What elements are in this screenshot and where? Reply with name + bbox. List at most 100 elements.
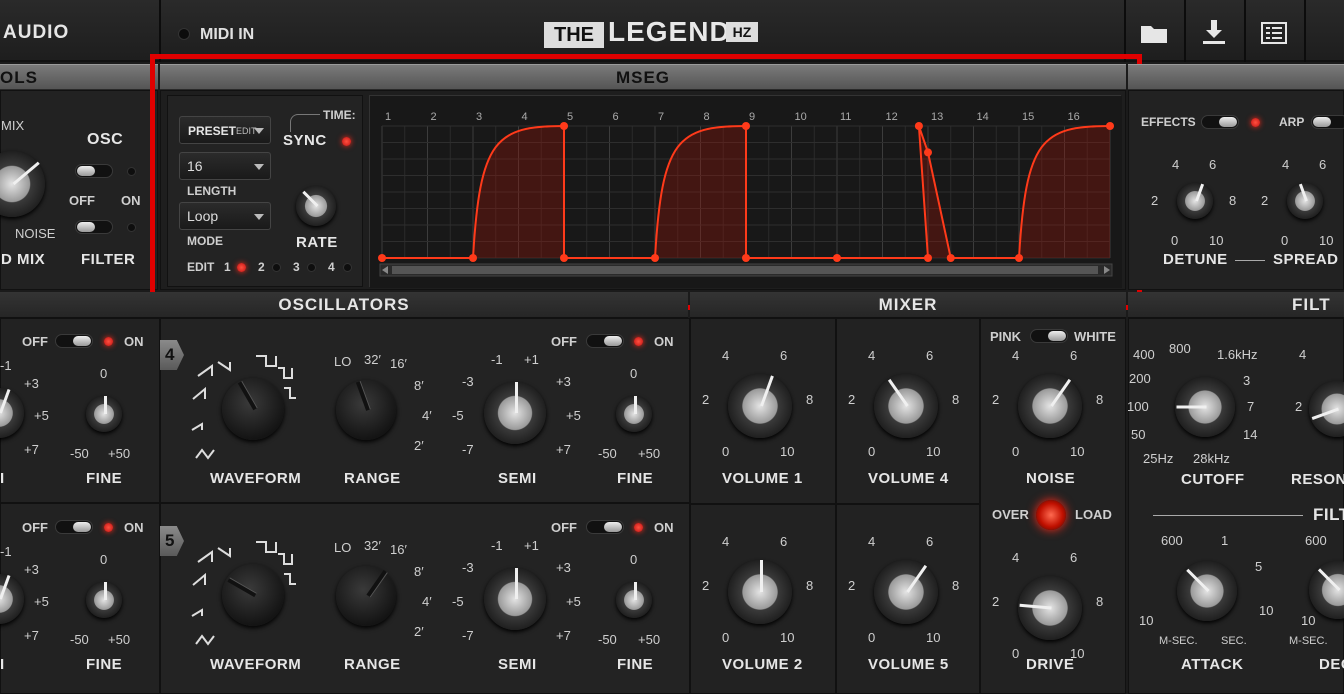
mseg-node[interactable] — [651, 254, 659, 262]
mseg-node[interactable] — [378, 254, 386, 262]
osc-left-fine-knob[interactable] — [86, 582, 122, 618]
cutoff-tick: 200 — [1129, 371, 1151, 386]
panel-icon[interactable] — [1261, 22, 1287, 44]
mseg-node[interactable] — [560, 122, 568, 130]
mseg-node[interactable] — [1015, 254, 1023, 262]
volume4-knob[interactable] — [874, 374, 938, 438]
mseg-scroll-thumb[interactable] — [392, 266, 1098, 274]
length-dropdown[interactable]: 16 — [179, 152, 271, 180]
mseg-node[interactable] — [924, 254, 932, 262]
volume1-tick: 6 — [780, 348, 788, 363]
mseg-editor[interactable]: 1 2 3 4 5 6 7 8 9 10 11 12 13 14 15 16 — [369, 95, 1122, 288]
effects-label: EFFECTS — [1141, 115, 1196, 129]
fine-tick: -50 — [598, 632, 617, 647]
effects-toggle[interactable] — [1201, 115, 1239, 129]
waveform-label: WAVEFORM — [210, 470, 302, 487]
reson-tick: 4 — [1299, 347, 1307, 362]
detune-tick: 4 — [1172, 157, 1180, 172]
semi-tick: -5 — [452, 594, 464, 609]
osc-left-fine-knob[interactable] — [86, 396, 122, 432]
osc-toggle[interactable] — [586, 334, 624, 348]
fine-knob[interactable] — [616, 582, 652, 618]
divider — [1124, 0, 1126, 62]
mseg-graph[interactable]: 1 2 3 4 5 6 7 8 9 10 11 12 13 14 15 16 — [370, 96, 1122, 288]
range-knob[interactable] — [336, 380, 396, 440]
app-section-label: AUDIO — [3, 22, 70, 43]
waveform-label: WAVEFORM — [210, 656, 302, 673]
fine-tick: +50 — [638, 632, 661, 647]
mseg-panel: PRESET EDIT 16 LENGTH Loop MODE TIME: SY… — [160, 90, 1126, 290]
edit-slot-1-led[interactable] — [237, 263, 246, 272]
waveform-knob[interactable] — [222, 378, 284, 440]
decay-label: DEC — [1319, 656, 1344, 673]
mseg-node[interactable] — [560, 254, 568, 262]
waveform-knob[interactable] — [222, 564, 284, 626]
effects-led — [1251, 118, 1260, 127]
cutoff-tick: 28kHz — [1193, 451, 1230, 466]
grid-number: 16 — [1068, 111, 1080, 123]
osc-toggle[interactable] — [75, 164, 113, 178]
osc-off-label: OFF — [551, 520, 577, 535]
attack-unit-sec: SEC. — [1221, 635, 1247, 647]
edit-slot-3-led[interactable] — [307, 263, 316, 272]
semi-tick: -1 — [491, 538, 503, 553]
osc-left-toggle[interactable] — [55, 334, 93, 348]
edit-slot-2-led[interactable] — [272, 263, 281, 272]
cutoff-tick: 1.6kHz — [1217, 347, 1258, 362]
volume1-tick: 10 — [780, 444, 795, 459]
download-icon[interactable] — [1200, 18, 1228, 46]
noise-knob[interactable] — [1018, 374, 1082, 438]
osc-toggle[interactable] — [586, 520, 624, 534]
mseg-node[interactable] — [914, 122, 923, 130]
cutoff-knob[interactable] — [1175, 377, 1235, 437]
volume1-label: VOLUME 1 — [722, 470, 803, 487]
edit-slot-4-led[interactable] — [343, 263, 352, 272]
controls-header: OLS — [0, 64, 158, 90]
volume2-tick: 8 — [806, 578, 814, 593]
cutoff-tick: 14 — [1243, 427, 1258, 442]
folder-icon[interactable] — [1140, 22, 1168, 44]
spread-knob[interactable] — [1287, 183, 1323, 219]
mix-knob[interactable] — [0, 151, 45, 217]
attack-label: ATTACK — [1181, 656, 1244, 673]
mseg-node[interactable] — [833, 254, 841, 262]
decay-knob[interactable] — [1309, 561, 1344, 619]
divider — [1235, 260, 1265, 261]
osc-left-toggle[interactable] — [55, 520, 93, 534]
grid-number: 2 — [431, 111, 437, 123]
mode-value: Loop — [187, 208, 219, 224]
overload-led — [1036, 500, 1066, 530]
attack-knob[interactable] — [1177, 561, 1237, 621]
preset-dropdown[interactable]: PRESET EDIT — [179, 116, 271, 144]
drive-knob[interactable] — [1018, 576, 1082, 640]
detune-knob[interactable] — [1177, 183, 1213, 219]
mseg-node[interactable] — [1106, 122, 1114, 130]
rate-knob[interactable] — [296, 186, 336, 226]
fine-knob[interactable] — [616, 396, 652, 432]
cutoff-label: CUTOFF — [1181, 471, 1245, 488]
grid-number: 8 — [704, 111, 710, 123]
volume2-knob[interactable] — [728, 560, 792, 624]
mseg-node[interactable] — [924, 148, 932, 157]
osc-label: OSC — [87, 131, 124, 148]
mseg-node[interactable] — [469, 254, 477, 262]
noise-color-toggle[interactable] — [1030, 329, 1068, 343]
volume5-knob[interactable] — [874, 560, 938, 624]
semi-knob[interactable] — [484, 382, 546, 444]
resonance-knob[interactable] — [1309, 381, 1344, 437]
mseg-node[interactable] — [946, 254, 955, 262]
volume1-knob[interactable] — [728, 374, 792, 438]
sync-led[interactable] — [342, 137, 351, 146]
filter-envelope-title: FILT — [1313, 505, 1344, 524]
range-knob[interactable] — [336, 566, 396, 626]
mseg-node[interactable] — [742, 122, 750, 130]
semi-knob[interactable] — [484, 568, 546, 630]
mode-dropdown[interactable]: Loop — [179, 202, 271, 230]
semi-tick: +7 — [556, 442, 571, 457]
arp-toggle[interactable] — [1311, 115, 1344, 129]
spread-label: SPREAD — [1273, 251, 1339, 268]
osc-left-semi-label: I — [0, 470, 5, 487]
mseg-node[interactable] — [742, 254, 750, 262]
volume4-tick: 4 — [868, 348, 876, 363]
filter-toggle[interactable] — [75, 220, 113, 234]
